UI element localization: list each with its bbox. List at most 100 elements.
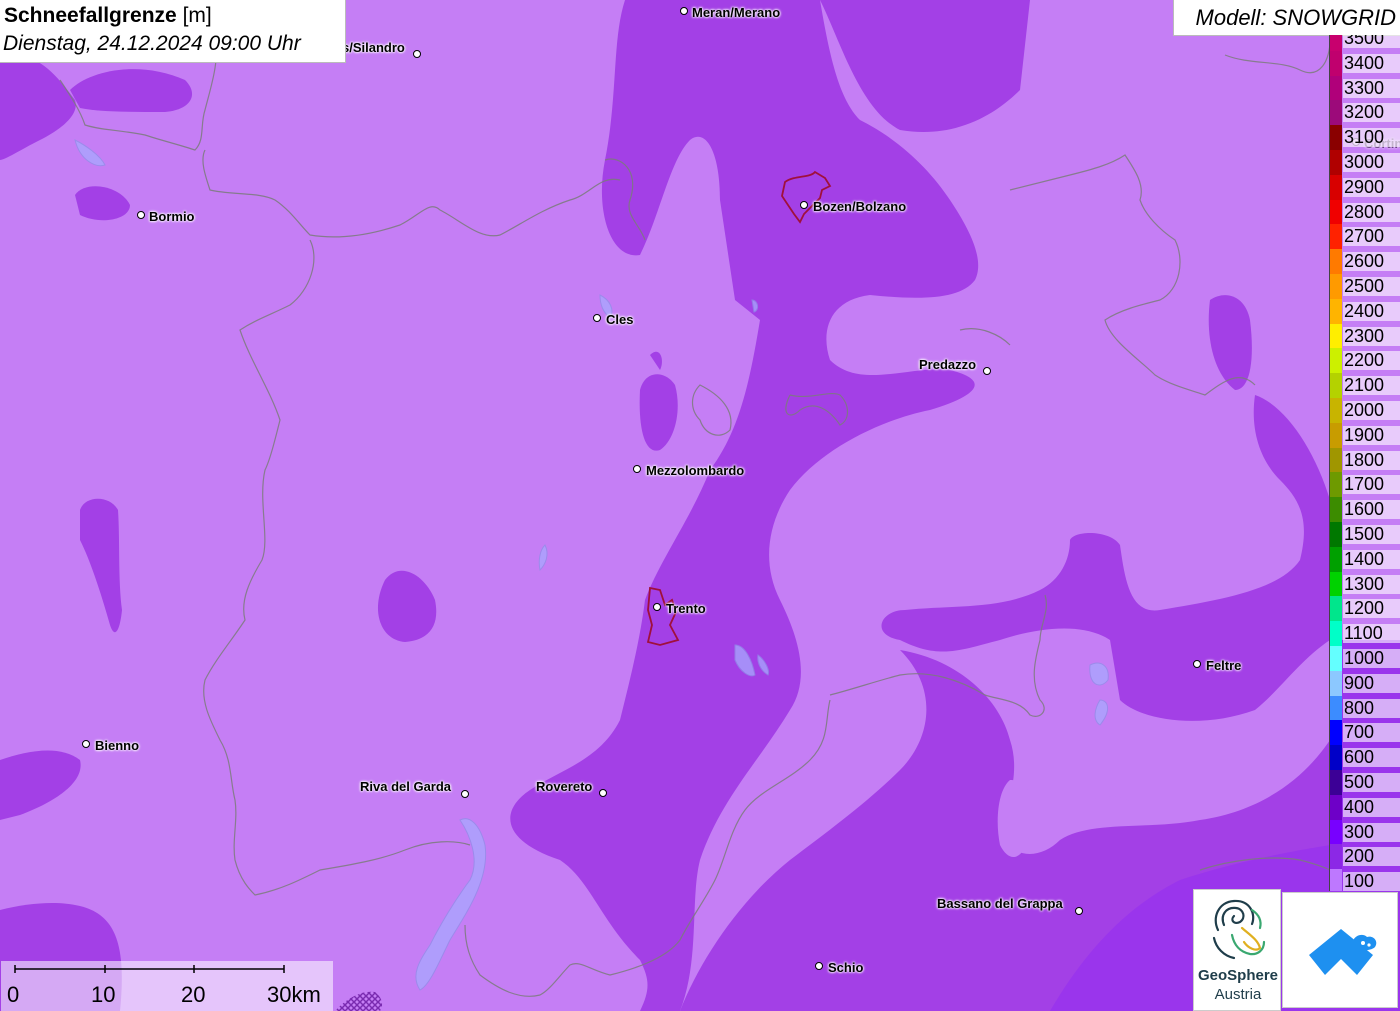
snowfall-map[interactable] xyxy=(0,0,1400,1011)
legend-label: 1500 xyxy=(1343,525,1400,544)
legend-entry: 2200 xyxy=(1329,348,1400,374)
city-label-bassano[interactable]: Bassano del Grappa xyxy=(937,896,1063,911)
terrain-relief xyxy=(0,0,1400,1011)
legend-entry: 1700 xyxy=(1329,472,1400,498)
legend-entry: 2400 xyxy=(1329,298,1400,324)
legend-swatch xyxy=(1329,422,1342,448)
city-marker-trento[interactable] xyxy=(653,603,661,611)
legend-swatch xyxy=(1329,869,1342,891)
legend-label: 1100 xyxy=(1343,624,1400,644)
legend-label: 600 xyxy=(1343,748,1400,768)
city-label-schio[interactable]: Schio xyxy=(828,960,863,975)
legend-label: 1300 xyxy=(1343,574,1400,594)
legend-entry: 3300 xyxy=(1329,75,1400,101)
city-label-silandro[interactable]: s/Silandro xyxy=(342,40,405,55)
legend-entry: 3400 xyxy=(1329,50,1400,76)
legend-label: 1700 xyxy=(1343,475,1400,495)
legend-entry: 200 xyxy=(1329,844,1400,870)
legend-entry: 600 xyxy=(1329,745,1400,770)
legend-entry: 2000 xyxy=(1329,398,1400,423)
legend-swatch xyxy=(1329,571,1342,597)
city-marker-bassano[interactable] xyxy=(1075,907,1083,915)
legend-entry: 3200 xyxy=(1329,100,1400,126)
city-marker-bormio[interactable] xyxy=(137,211,145,219)
legend-label: 2200 xyxy=(1343,351,1400,371)
legend-swatch xyxy=(1329,447,1342,473)
city-label-meran[interactable]: Meran/Merano xyxy=(692,5,780,20)
city-label-bienno[interactable]: Bienno xyxy=(95,738,139,753)
city-marker-predazzo[interactable] xyxy=(983,367,991,375)
legend-swatch xyxy=(1329,224,1342,250)
city-marker-bolzano[interactable] xyxy=(800,201,808,209)
legend-swatch xyxy=(1329,745,1342,770)
legend-label: 3500 xyxy=(1343,35,1400,48)
legend-label: 3200 xyxy=(1343,103,1400,123)
legend-swatch xyxy=(1329,298,1342,324)
legend-entry: 500 xyxy=(1329,770,1400,795)
legend-entry: 800 xyxy=(1329,695,1400,721)
city-marker-bienno[interactable] xyxy=(82,740,90,748)
legend-label: 700 xyxy=(1343,723,1400,743)
legend-label: 300 xyxy=(1343,822,1400,842)
legend-label: 500 xyxy=(1343,773,1400,792)
geosphere-country: Austria xyxy=(1214,986,1262,1003)
legend-swatch xyxy=(1329,50,1342,76)
city-marker-cles[interactable] xyxy=(593,314,601,322)
legend-swatch xyxy=(1329,819,1342,845)
legend-entry: 3100 xyxy=(1329,125,1400,150)
city-marker-silandro[interactable] xyxy=(413,50,421,58)
city-label-riva[interactable]: Riva del Garda xyxy=(360,779,451,794)
city-label-predazzo[interactable]: Predazzo xyxy=(919,357,976,372)
legend-entry: 2300 xyxy=(1329,323,1400,349)
legend-swatch xyxy=(1329,497,1342,522)
legend-label: 1400 xyxy=(1343,549,1400,569)
city-marker-schio[interactable] xyxy=(815,962,823,970)
map-datetime: Dienstag, 24.12.2024 09:00 Uhr xyxy=(3,32,301,55)
legend-entry: 3500 xyxy=(1329,35,1400,51)
city-marker-rovereto[interactable] xyxy=(599,789,607,797)
legend-swatch xyxy=(1329,398,1342,423)
city-label-mezzolombardo[interactable]: Mezzolombardo xyxy=(646,463,744,478)
app-logo[interactable] xyxy=(1282,892,1398,1008)
legend-entry: 400 xyxy=(1329,794,1400,820)
legend-label: 2500 xyxy=(1343,277,1400,296)
city-marker-mezzolombardo[interactable] xyxy=(633,465,641,473)
legend-swatch xyxy=(1329,646,1342,671)
legend-label: 2400 xyxy=(1343,301,1400,321)
geosphere-name: GeoSphere xyxy=(1197,967,1279,984)
legend-swatch xyxy=(1329,522,1342,547)
city-label-feltre[interactable]: Feltre xyxy=(1206,658,1241,673)
legend-entry: 2700 xyxy=(1329,224,1400,250)
legend-swatch xyxy=(1329,274,1342,299)
legend-label: 3300 xyxy=(1343,78,1400,98)
geosphere-logo[interactable]: GeoSphere Austria xyxy=(1193,889,1281,1011)
legend-entry: 300 xyxy=(1329,819,1400,845)
city-marker-feltre[interactable] xyxy=(1193,660,1201,668)
legend-entry: 1600 xyxy=(1329,497,1400,522)
legend-label: 3400 xyxy=(1343,53,1400,73)
legend-label: 3100 xyxy=(1343,128,1400,148)
city-marker-meran[interactable] xyxy=(680,7,688,15)
legend-label: 2700 xyxy=(1343,227,1400,247)
legend-swatch xyxy=(1329,472,1342,498)
legend-entry: 1400 xyxy=(1329,546,1400,572)
legend-label: 2100 xyxy=(1343,376,1400,396)
parameter-name: Schneefallgrenze xyxy=(4,4,177,27)
legend-swatch xyxy=(1329,695,1342,721)
legend-swatch xyxy=(1329,621,1342,646)
city-marker-riva[interactable] xyxy=(461,790,469,798)
legend-label: 1800 xyxy=(1343,450,1400,470)
model-box: Modell: SNOWGRID xyxy=(1173,0,1400,36)
city-label-bormio[interactable]: Bormio xyxy=(149,209,195,224)
city-label-cles[interactable]: Cles xyxy=(606,312,633,327)
city-label-rovereto[interactable]: Rovereto xyxy=(536,779,592,794)
legend-label: 1900 xyxy=(1343,425,1400,445)
legend-swatch xyxy=(1329,249,1342,274)
legend-label: 400 xyxy=(1343,797,1400,817)
city-label-bolzano[interactable]: Bozen/Bolzano xyxy=(813,199,906,214)
legend-entry: 2900 xyxy=(1329,174,1400,200)
legend-label: 2000 xyxy=(1343,401,1400,420)
legend-swatch xyxy=(1329,100,1342,126)
legend-entry: 900 xyxy=(1329,670,1400,696)
city-label-trento[interactable]: Trento xyxy=(666,601,706,616)
